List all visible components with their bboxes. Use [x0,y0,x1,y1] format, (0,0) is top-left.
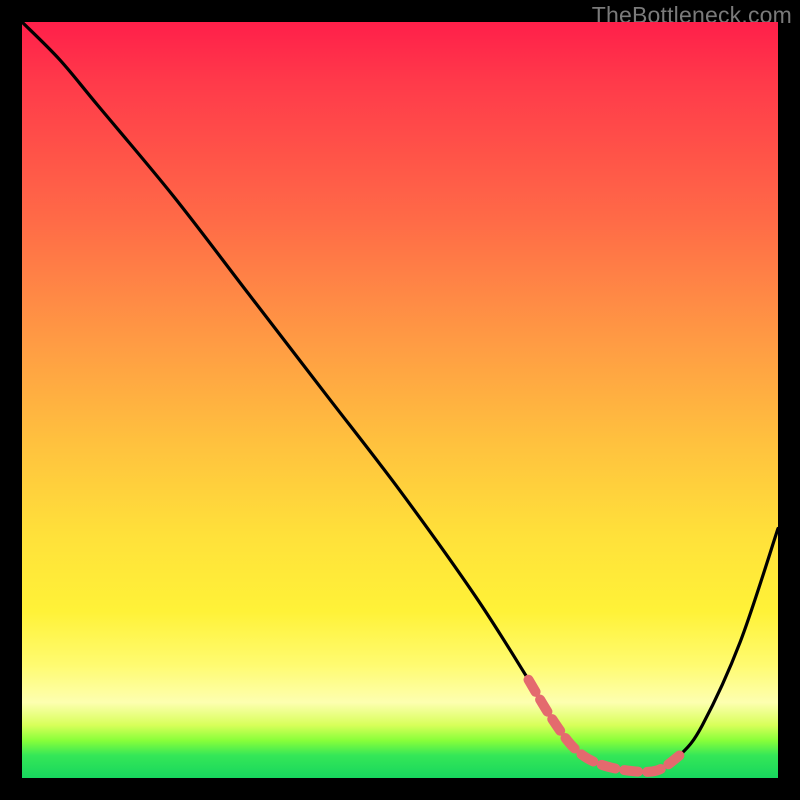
curve-svg [22,22,778,778]
plot-area [22,22,778,778]
chart-frame: TheBottleneck.com [0,0,800,800]
valley-highlight-path [529,680,680,772]
bottleneck-curve-path [22,22,778,772]
